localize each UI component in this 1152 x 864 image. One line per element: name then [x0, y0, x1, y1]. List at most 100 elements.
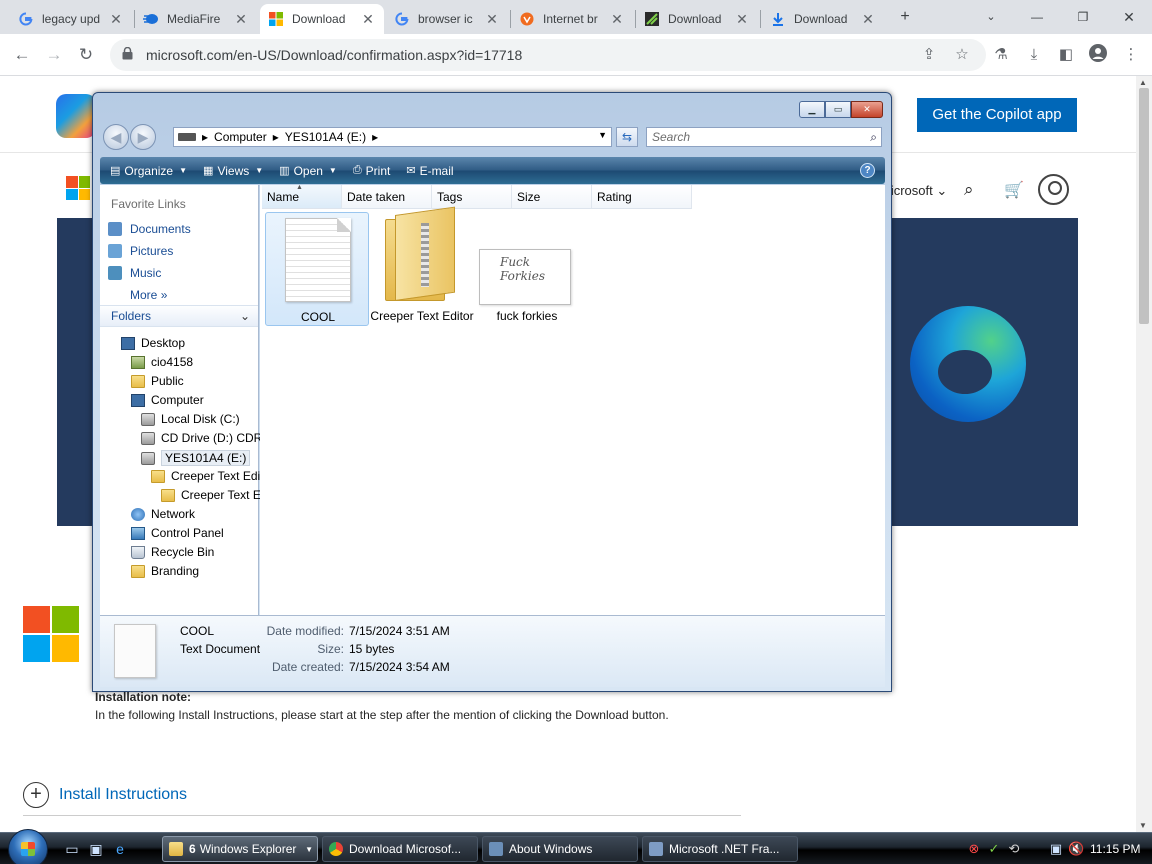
sync-icon[interactable]: ⟲: [1006, 841, 1022, 857]
install-instructions-expander[interactable]: + Install Instructions: [23, 782, 187, 808]
get-copilot-button[interactable]: Get the Copilot app: [917, 98, 1077, 132]
maximize-button[interactable]: ▭: [825, 101, 851, 118]
close-icon[interactable]: ✕: [734, 11, 750, 28]
browser-tab[interactable]: MediaFire ✕: [135, 4, 257, 34]
close-icon[interactable]: ✕: [860, 11, 876, 28]
browser-tab[interactable]: Download ✕: [636, 4, 758, 34]
close-icon[interactable]: ✕: [360, 11, 376, 28]
taskbar-windows-explorer[interactable]: 6 Windows Explorer ▼: [162, 836, 318, 862]
folders-header[interactable]: Folders ⌄: [100, 305, 258, 327]
share-icon[interactable]: ⇪: [918, 44, 940, 66]
browser-tab[interactable]: Download ✕: [762, 4, 884, 34]
side-panel-icon[interactable]: ◧: [1055, 44, 1077, 66]
tree-item[interactable]: Creeper Text E: [161, 488, 261, 502]
scroll-down-icon[interactable]: ▼: [1139, 821, 1147, 830]
breadcrumb-drive[interactable]: YES101A4 (E:): [285, 130, 366, 144]
favorite-link-music[interactable]: Music: [108, 266, 161, 280]
browser-tab[interactable]: browser ic ✕: [386, 4, 508, 34]
microsoft-logo[interactable]: [66, 176, 90, 200]
new-tab-button[interactable]: +: [892, 4, 918, 30]
forward-icon[interactable]: →: [41, 42, 67, 68]
downloads-icon[interactable]: ⤓: [1023, 44, 1045, 66]
refresh-icon[interactable]: ⇆: [616, 127, 638, 147]
show-desktop-icon[interactable]: ▭: [64, 841, 80, 857]
clock[interactable]: 11:15 PM: [1090, 842, 1140, 856]
open-button[interactable]: ▥ Open ▼: [279, 164, 337, 178]
checkmark-icon[interactable]: ✓: [986, 841, 1002, 857]
minimize-icon[interactable]: —: [1024, 4, 1050, 30]
scrollbar-thumb[interactable]: [1139, 88, 1149, 324]
tree-item[interactable]: YES101A4 (E:): [141, 450, 251, 466]
close-icon[interactable]: ✕: [609, 11, 625, 28]
organize-button[interactable]: ▤ Organize ▼: [110, 164, 187, 178]
bookmark-star-icon[interactable]: ☆: [951, 44, 973, 66]
file-item-cool[interactable]: COOL: [265, 212, 369, 326]
account-avatar-icon[interactable]: [1038, 174, 1069, 205]
browser-tab[interactable]: legacy upd ✕: [10, 4, 132, 34]
more-link[interactable]: More »: [130, 288, 167, 302]
close-icon[interactable]: ✕: [484, 11, 500, 28]
breadcrumb-separator-icon[interactable]: ▸: [372, 130, 378, 144]
search-icon[interactable]: ⌕: [870, 128, 877, 146]
taskbar-chrome[interactable]: Download Microsof...: [322, 836, 478, 862]
security-alert-icon[interactable]: ⊗: [966, 841, 982, 857]
favorite-link-documents[interactable]: Documents: [108, 222, 191, 236]
tree-item[interactable]: CD Drive (D:) CDR: [141, 431, 262, 445]
tree-item[interactable]: cio4158: [131, 355, 193, 369]
column-header-date-taken[interactable]: Date taken: [342, 185, 432, 209]
column-header-tags[interactable]: Tags: [432, 185, 512, 209]
tree-item[interactable]: Recycle Bin: [131, 545, 214, 559]
tree-item[interactable]: Public: [131, 374, 184, 388]
address-bar[interactable]: microsoft.com/en-US/Download/confirmatio…: [110, 39, 986, 71]
window-close-icon[interactable]: ✕: [1116, 4, 1142, 30]
close-icon[interactable]: ✕: [108, 11, 124, 28]
breadcrumb-separator-icon[interactable]: ▸: [202, 130, 208, 144]
back-arrow-icon[interactable]: ◀: [103, 124, 129, 150]
breadcrumb-separator-icon[interactable]: ▸: [273, 130, 279, 144]
views-button[interactable]: ▦ Views ▼: [203, 164, 263, 178]
restore-icon[interactable]: ❐: [1070, 4, 1096, 30]
tab-search-icon[interactable]: ⌄: [978, 4, 1004, 30]
reload-icon[interactable]: ↻: [73, 42, 99, 68]
switch-windows-icon[interactable]: ▣: [88, 841, 104, 857]
favorite-link-pictures[interactable]: Pictures: [108, 244, 173, 258]
page-scrollbar[interactable]: ▲ ▼: [1136, 76, 1152, 832]
forward-arrow-icon[interactable]: ▶: [130, 124, 156, 150]
search-input[interactable]: Search ⌕: [646, 127, 882, 147]
browser-tab-active[interactable]: Download ✕: [260, 4, 384, 34]
minimize-button[interactable]: ▁: [799, 101, 825, 118]
cart-icon[interactable]: 🛒: [1004, 180, 1024, 200]
start-button[interactable]: [8, 829, 48, 864]
back-icon[interactable]: ←: [9, 42, 35, 68]
tree-item[interactable]: Desktop: [121, 336, 185, 350]
column-header-size[interactable]: Size: [512, 185, 592, 209]
tree-item[interactable]: Control Panel: [131, 526, 224, 540]
internet-explorer-icon[interactable]: e: [112, 841, 128, 857]
column-header-name[interactable]: ▲ Name: [262, 184, 342, 209]
file-item-image[interactable]: Fuck Forkies fuck forkies: [475, 212, 579, 326]
tree-item[interactable]: Computer: [131, 393, 204, 407]
profile-icon[interactable]: [1087, 44, 1109, 66]
tree-item[interactable]: Creeper Text Edi: [151, 469, 260, 483]
menu-kebab-icon[interactable]: ⋮: [1120, 44, 1142, 66]
close-button[interactable]: ✕: [851, 101, 883, 118]
close-icon[interactable]: ✕: [233, 11, 249, 28]
taskbar-about-windows[interactable]: About Windows: [482, 836, 638, 862]
column-header-rating[interactable]: Rating: [592, 185, 692, 209]
email-button[interactable]: ✉ E-mail: [406, 164, 453, 178]
lab-flask-icon[interactable]: ⚗: [990, 44, 1012, 66]
tree-item[interactable]: Network: [131, 507, 195, 521]
volume-muted-icon[interactable]: 🔇: [1068, 841, 1084, 857]
address-breadcrumb[interactable]: ▸ Computer ▸ YES101A4 (E:) ▸ ▼: [173, 127, 612, 147]
address-dropdown-icon[interactable]: ▼: [598, 130, 607, 140]
tree-item[interactable]: Local Disk (C:): [141, 412, 240, 426]
print-button[interactable]: ⎙ Print: [353, 164, 391, 178]
file-item-creeper-text-editor[interactable]: Creeper Text Editor: [370, 206, 474, 326]
scroll-up-icon[interactable]: ▲: [1139, 78, 1147, 87]
breadcrumb-computer[interactable]: Computer: [214, 130, 267, 144]
browser-tab[interactable]: Internet br ✕: [511, 4, 633, 34]
taskbar-dotnet[interactable]: Microsoft .NET Fra...: [642, 836, 798, 862]
search-icon[interactable]: ⌕: [964, 180, 974, 200]
tree-item[interactable]: Branding: [131, 564, 199, 578]
help-icon[interactable]: ?: [860, 163, 875, 178]
